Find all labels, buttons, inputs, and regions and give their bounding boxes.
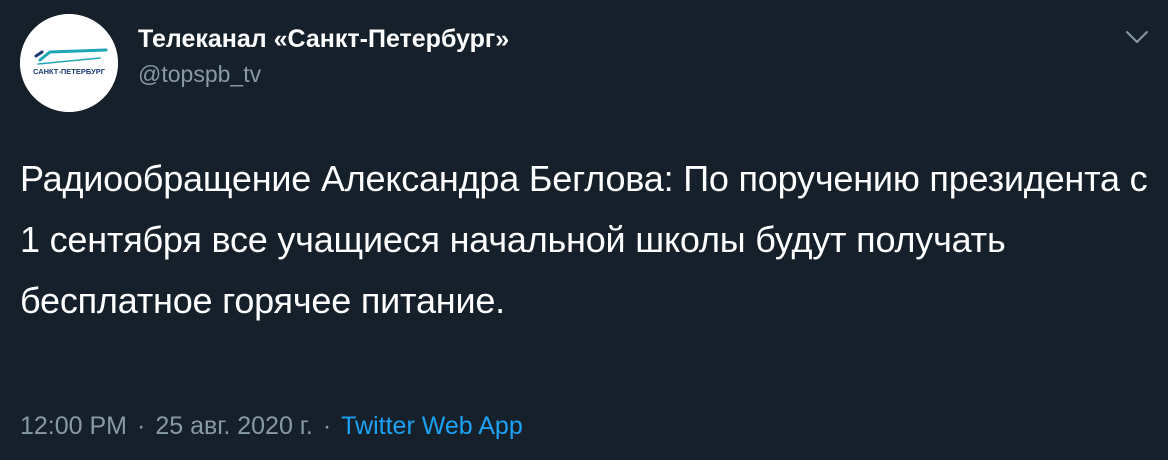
display-name[interactable]: Телеканал «Санкт-Петербург» [138, 22, 509, 56]
tweet-card: САНКТ-ПЕТЕРБУРГ Телеканал «Санкт-Петербу… [0, 0, 1168, 460]
avatar[interactable]: САНКТ-ПЕТЕРБУРГ [20, 14, 118, 112]
chevron-down-icon[interactable] [1122, 24, 1152, 50]
account-names: Телеканал «Санкт-Петербург» @topspb_tv [138, 22, 509, 90]
tweet-source-link[interactable]: Twitter Web App [341, 412, 523, 440]
user-handle[interactable]: @topspb_tv [138, 58, 509, 90]
meta-separator: · [137, 412, 146, 440]
tweet-text: Радиообращение Александра Беглова: По по… [20, 158, 1148, 321]
tweet-meta: 12:00 PM · 25 авг. 2020 г. · Twitter Web App [20, 408, 523, 444]
meta-separator: · [322, 412, 332, 440]
channel-logo: САНКТ-ПЕТЕРБУРГ [20, 14, 118, 112]
tweet-date[interactable]: 25 авг. 2020 г. [155, 412, 312, 440]
tweet-time[interactable]: 12:00 PM [20, 412, 127, 440]
logo-text: САНКТ-ПЕТЕРБУРГ [33, 67, 106, 76]
